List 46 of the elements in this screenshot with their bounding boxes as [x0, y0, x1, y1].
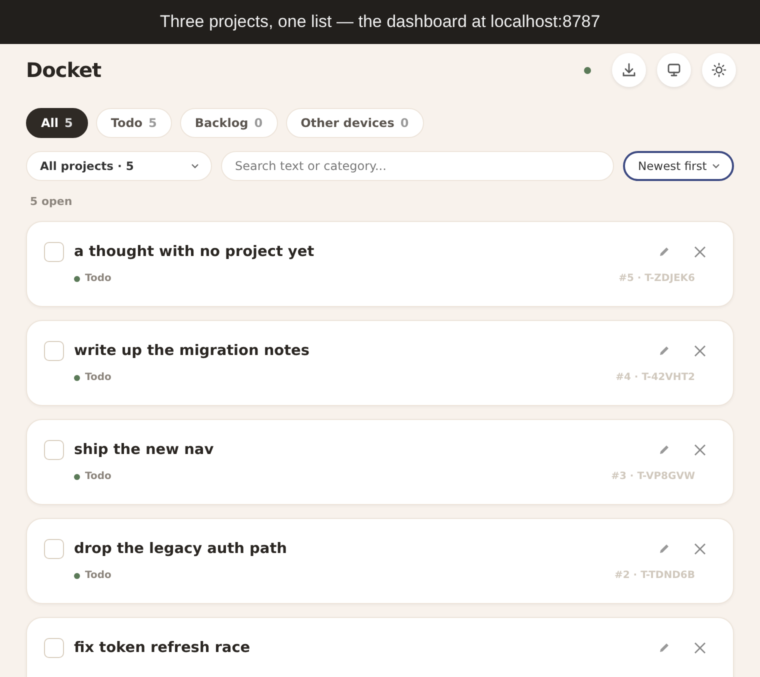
chevron-icon	[712, 163, 720, 169]
status-label: Todo	[85, 471, 112, 482]
task-id: #3 · T-VP8GVW	[611, 471, 695, 482]
sort-dropdown[interactable]: Newest first	[623, 151, 734, 181]
close-icon[interactable]	[693, 641, 707, 655]
task-checkbox[interactable]	[44, 341, 64, 361]
task-title: fix token refresh race	[74, 640, 252, 656]
theme-button[interactable]	[702, 53, 736, 87]
status-label: Todo	[85, 273, 112, 284]
close-icon[interactable]	[693, 245, 707, 259]
filter-tab[interactable]: Backlog 0	[180, 108, 278, 138]
task-checkbox[interactable]	[44, 440, 64, 460]
task-title: write up the migration notes	[74, 343, 311, 359]
task-checkbox[interactable]	[44, 638, 64, 658]
pencil-icon[interactable]	[657, 443, 671, 457]
task-checkbox[interactable]	[44, 242, 64, 262]
chevron-icon	[191, 163, 199, 169]
filter-tab[interactable]: Todo 5	[96, 108, 172, 138]
status-label: Todo	[85, 570, 112, 581]
caption-bar: Three projects, one list — the dashboard at localhost:8787	[0, 0, 760, 44]
pencil-icon[interactable]	[657, 542, 671, 556]
task-title: ship the new nav	[74, 442, 215, 458]
open-count: 5 open	[30, 195, 74, 208]
download-icon	[621, 62, 637, 78]
task-title: drop the legacy auth path	[74, 541, 288, 557]
monitor-icon	[666, 62, 682, 78]
task-id: #5 · T-ZDJEK6	[618, 273, 695, 284]
pencil-icon[interactable]	[657, 245, 671, 259]
sun-icon	[711, 62, 727, 78]
pencil-icon[interactable]	[657, 344, 671, 358]
task-id: #4 · T-42VHT2	[616, 372, 695, 383]
close-icon[interactable]	[693, 542, 707, 556]
filter-tab[interactable]: All 5	[26, 108, 88, 138]
close-icon[interactable]	[693, 443, 707, 457]
app-title: Docket	[26, 58, 102, 82]
close-icon[interactable]	[693, 344, 707, 358]
download-button[interactable]	[612, 53, 646, 87]
task-title: a thought with no project yet	[74, 244, 316, 260]
pencil-icon[interactable]	[657, 641, 671, 655]
task-id: #2 · T-TDND6B	[614, 570, 695, 581]
project-dropdown[interactable]: All projects · 5	[26, 151, 212, 181]
filter-tab[interactable]: Other devices 0	[286, 108, 424, 138]
status-label: Todo	[85, 372, 112, 383]
search-field[interactable]: Search text or category...	[221, 151, 614, 181]
monitor-button[interactable]	[657, 53, 691, 87]
task-checkbox[interactable]	[44, 539, 64, 559]
